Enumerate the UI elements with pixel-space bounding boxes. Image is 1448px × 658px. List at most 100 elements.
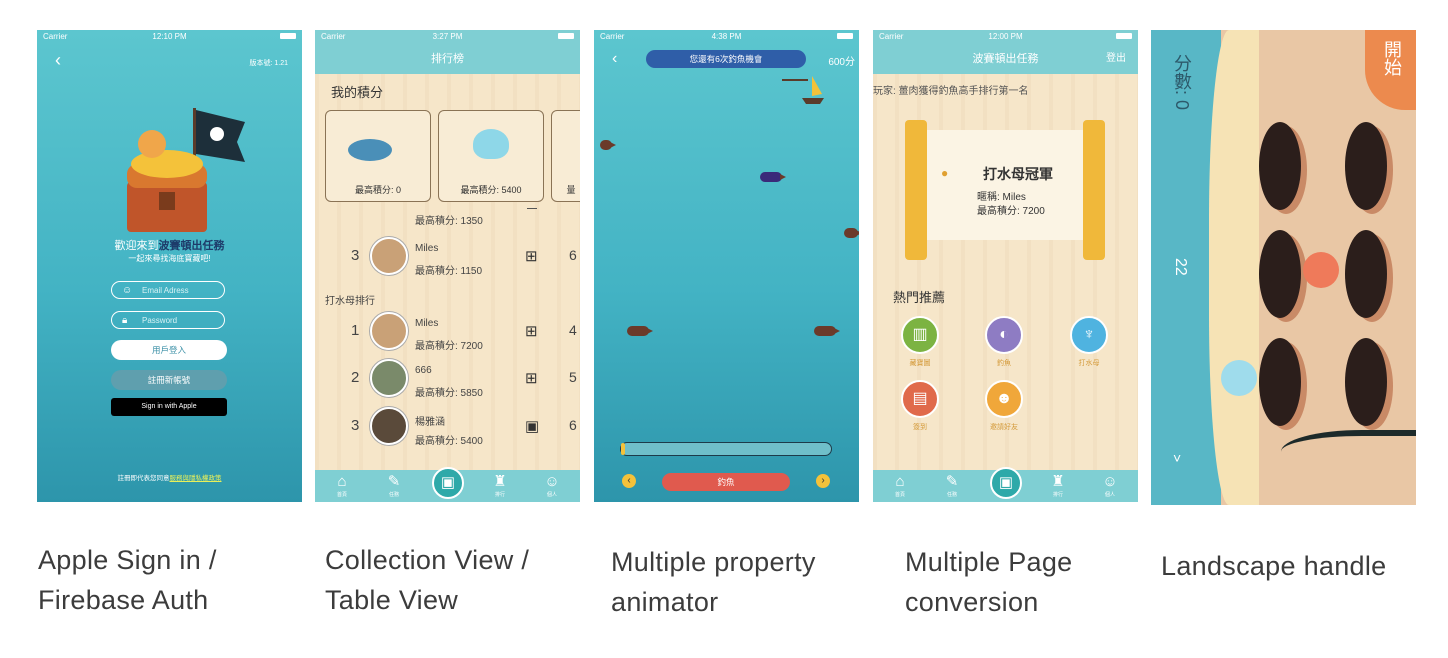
hole[interactable] bbox=[1259, 338, 1301, 426]
fish-icon bbox=[844, 228, 859, 238]
sand-strip bbox=[1209, 30, 1259, 505]
tab-game[interactable]: ▣ bbox=[432, 467, 464, 499]
logout-button[interactable]: 登出 bbox=[1106, 44, 1126, 74]
row-score: 最高積分: 5400 bbox=[415, 436, 483, 447]
game-icon: ▣ bbox=[432, 467, 464, 499]
table-row[interactable]: 3 楊雅涵 最高積分: 5400 ▣ 6 bbox=[315, 405, 580, 449]
status-bar: Carrier 12:10 PM bbox=[37, 30, 302, 44]
score-card-fishing[interactable]: 最高積分: 0 bbox=[325, 110, 431, 202]
octopus-icon[interactable] bbox=[1303, 252, 1339, 288]
tab-ranking[interactable]: ♜ 排行 bbox=[485, 473, 515, 498]
tab-label: 任務 bbox=[946, 492, 957, 498]
hole[interactable] bbox=[1345, 338, 1387, 426]
start-button[interactable]: 開始 bbox=[1365, 30, 1416, 110]
avatar bbox=[370, 359, 408, 397]
recommend-title: 熱門推薦 bbox=[893, 290, 946, 305]
recommend-treasure-map[interactable]: ▥ 藏寶圖 bbox=[893, 316, 947, 368]
power-bar-fill bbox=[621, 443, 625, 455]
apple-signin-button[interactable]: Sign in with Apple bbox=[111, 398, 227, 416]
person-icon: ☺ bbox=[544, 473, 560, 490]
status-time: 12:10 PM bbox=[152, 32, 187, 41]
tab-home[interactable]: ⌂ 首頁 bbox=[885, 473, 915, 498]
email-field[interactable]: ☺ Email Adress bbox=[111, 281, 225, 299]
recommend-fishing[interactable]: ◐ 釣魚 bbox=[977, 316, 1031, 368]
fish-icon bbox=[600, 140, 616, 150]
score-card-jellyfish[interactable]: 最高積分: 5400 bbox=[438, 110, 544, 202]
caption-line: Firebase Auth bbox=[38, 585, 209, 615]
score-card-treasure[interactable]: 量 bbox=[551, 110, 580, 202]
terms-prefix: 註冊即代表您同意 bbox=[117, 475, 170, 482]
trophy-icon: ♜ bbox=[493, 473, 507, 490]
fish-icon: ◐ bbox=[985, 316, 1023, 354]
chevron-left-icon[interactable]: ‹ bbox=[55, 50, 61, 71]
tab-game[interactable]: ▣ bbox=[990, 467, 1022, 499]
fish-button[interactable]: 釣魚 bbox=[662, 473, 790, 491]
chevron-left-icon[interactable]: ‹ bbox=[622, 474, 636, 488]
terms-link[interactable]: 服務與隱私權政策 bbox=[170, 475, 222, 482]
row-rank: 3 bbox=[351, 247, 360, 264]
status-bar: Carrier 4:38 PM bbox=[594, 30, 859, 44]
password-field[interactable]: 🔒︎ Password bbox=[111, 311, 225, 329]
card-score: 量 bbox=[566, 185, 576, 195]
recommend-checkin[interactable]: ▤ 簽到 bbox=[893, 380, 947, 432]
tab-profile[interactable]: ☺ 個人 bbox=[537, 473, 567, 498]
user-icon: ☺ bbox=[122, 285, 133, 296]
battery-icon bbox=[558, 33, 574, 39]
row-score: 最高積分: 1350 bbox=[415, 216, 483, 227]
welcome-title: 歡迎來到波賽頓出任務 bbox=[37, 237, 302, 253]
gift-icon[interactable]: ⊞ bbox=[525, 247, 538, 265]
row-name: Miles bbox=[415, 318, 439, 329]
row-rank: 1 bbox=[351, 322, 360, 339]
caption-line: Multiple Page bbox=[905, 547, 1073, 577]
row-name: 666 bbox=[415, 365, 432, 376]
jellyfish-icon[interactable] bbox=[1221, 360, 1257, 396]
gift-icon[interactable]: ▣ bbox=[525, 417, 539, 435]
timer-label: 22 bbox=[1172, 258, 1189, 276]
nav-bar: 波賽頓出任務 登出 bbox=[873, 44, 1138, 74]
chevron-right-icon[interactable]: › bbox=[816, 474, 830, 488]
row-divider bbox=[527, 208, 537, 209]
recommend-invite[interactable]: ☻ 邀請好友 bbox=[977, 380, 1031, 432]
table-row[interactable]: 2 666 最高積分: 5850 ⊞ 5 bbox=[315, 357, 580, 401]
table-row[interactable]: 1 Miles 最高積分: 7200 ⊞ 4 bbox=[315, 310, 580, 354]
caption-line: conversion bbox=[905, 587, 1039, 617]
gift-icon[interactable]: ⊞ bbox=[525, 369, 538, 387]
fish-icon bbox=[814, 326, 840, 336]
status-bar: Carrier 3:27 PM bbox=[315, 30, 580, 44]
avatar bbox=[370, 312, 408, 350]
caption-multipage: Multiple Page conversion bbox=[905, 542, 1073, 622]
login-button[interactable]: 用戶登入 bbox=[111, 340, 227, 360]
status-bar: Carrier 12:00 PM bbox=[873, 30, 1138, 44]
tab-tasks[interactable]: ✎ 任務 bbox=[937, 473, 967, 498]
battery-icon bbox=[1116, 33, 1132, 39]
caption-collection: Collection View / Table View bbox=[325, 540, 529, 620]
row-count: 4 bbox=[569, 322, 577, 338]
recommend-label: 釣魚 bbox=[997, 360, 1011, 367]
row-count: 6 bbox=[569, 247, 577, 263]
tab-ranking[interactable]: ♜ 排行 bbox=[1043, 473, 1073, 498]
register-button[interactable]: 註冊新帳號 bbox=[111, 370, 227, 390]
jellyfish-section-title: 打水母排行 bbox=[325, 296, 375, 307]
caption-signin: Apple Sign in / Firebase Auth bbox=[38, 540, 217, 620]
trophy-icon: ♜ bbox=[1051, 473, 1065, 490]
tab-home[interactable]: ⌂ 首頁 bbox=[327, 473, 357, 498]
gift-icon[interactable]: ⊞ bbox=[525, 322, 538, 340]
table-row[interactable]: 3 Miles 最高積分: 1150 ⊞ 6 bbox=[315, 235, 580, 279]
signin-screen: Carrier 12:10 PM ‹ 版本號: 1.21 歡迎來到波賽頓出任務 … bbox=[37, 30, 302, 502]
map-icon: ▥ bbox=[901, 316, 939, 354]
caption-landscape: Landscape handle bbox=[1161, 546, 1387, 586]
chevron-down-icon[interactable]: ˅ bbox=[1173, 450, 1181, 466]
document-icon: ✎ bbox=[387, 473, 401, 490]
hole[interactable] bbox=[1345, 230, 1387, 318]
recommend-jellyfish[interactable]: ♆ 打水母 bbox=[1062, 316, 1116, 368]
caption-line: Landscape handle bbox=[1161, 551, 1387, 581]
chevron-left-icon[interactable]: ‹ bbox=[612, 50, 617, 68]
hole[interactable] bbox=[1259, 230, 1301, 318]
tab-tasks[interactable]: ✎ 任務 bbox=[379, 473, 409, 498]
document-icon: ✎ bbox=[945, 473, 959, 490]
hole[interactable] bbox=[1259, 122, 1301, 210]
tab-label: 首頁 bbox=[894, 492, 905, 498]
hole[interactable] bbox=[1345, 122, 1387, 210]
tab-profile[interactable]: ☺ 個人 bbox=[1095, 473, 1125, 498]
treasure-chest-logo bbox=[127, 108, 245, 232]
